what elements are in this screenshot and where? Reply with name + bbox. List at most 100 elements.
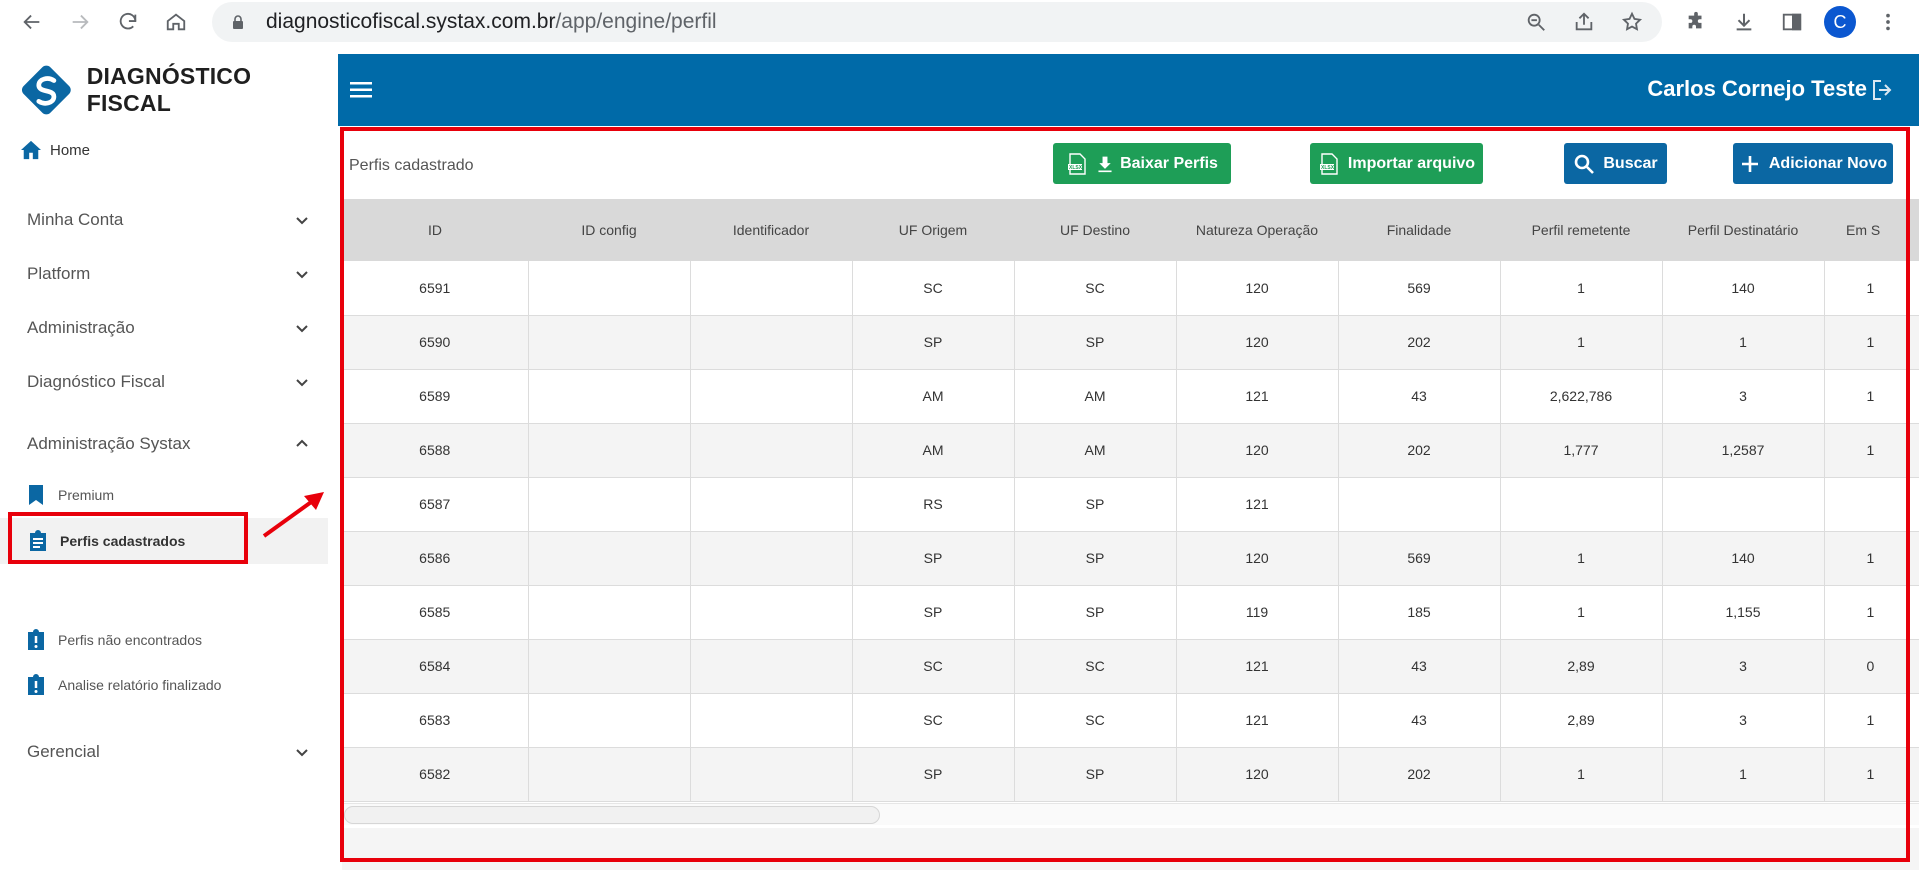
back-icon[interactable] [12, 0, 52, 44]
more-menu-icon[interactable] [1864, 0, 1912, 44]
table-cell: 43 [1338, 369, 1501, 424]
download-profiles-button[interactable]: XLSX Baixar Perfis [1053, 143, 1231, 184]
share-icon[interactable] [1560, 2, 1608, 42]
table-cell [1662, 477, 1825, 532]
brand[interactable]: DIAGNÓSTICO FISCAL [18, 60, 328, 120]
table-cell [528, 585, 691, 640]
sidebar-group-gerencial[interactable]: Gerencial [27, 737, 317, 767]
table-cell [528, 423, 691, 478]
column-header[interactable]: UF Destino [1014, 199, 1176, 261]
sidebar-group-minha-conta[interactable]: Minha Conta [27, 205, 317, 235]
table-cell [528, 531, 691, 586]
import-file-button[interactable]: XLSX Importar arquivo [1310, 143, 1483, 184]
column-header[interactable]: ID [342, 199, 528, 261]
sidebar-item-label: Home [50, 141, 91, 159]
table-cell: 202 [1338, 747, 1501, 802]
column-header[interactable]: Perfil remetente [1500, 199, 1662, 261]
table-row[interactable]: 6587 RS SP 121 [342, 477, 1919, 532]
sidebar-item-home[interactable]: Home [20, 140, 90, 160]
table-cell: SC [852, 261, 1015, 316]
table-row[interactable]: 6588 AM AM 120 202 1,777 1,2587 1 [342, 423, 1919, 478]
brand-name: DIAGNÓSTICO FISCAL [86, 63, 252, 116]
table-cell: SP [852, 531, 1015, 586]
annotation-arrow-icon [262, 492, 324, 538]
forward-icon[interactable] [60, 0, 100, 44]
chevron-down-icon [296, 325, 308, 333]
table-cell: SP [1014, 747, 1177, 802]
table-cell [690, 693, 853, 748]
sidebar-group-diagnostico-fiscal[interactable]: Diagnóstico Fiscal [27, 367, 317, 397]
table-cell: 2,89 [1500, 693, 1663, 748]
download-icon[interactable] [1720, 0, 1768, 44]
sidebar-group-administracao[interactable]: Administração [27, 313, 317, 343]
search-icon [1575, 154, 1595, 174]
table-cell: 1 [1662, 315, 1825, 370]
zoom-icon[interactable] [1512, 2, 1560, 42]
table-cell: 120 [1176, 423, 1339, 478]
search-button[interactable]: Buscar [1564, 143, 1667, 184]
sidebar-item-analise-relatorio[interactable]: Analise relatório finalizado [26, 670, 221, 700]
column-header[interactable]: UF Origem [852, 199, 1014, 261]
table-cell: 6588 [342, 423, 529, 478]
table-cell: 1 [1824, 423, 1919, 478]
table-cell: 140 [1662, 531, 1825, 586]
table-cell: 121 [1176, 477, 1339, 532]
table-cell: 1 [1500, 585, 1663, 640]
table-cell: SP [1014, 531, 1177, 586]
bookmark-star-icon[interactable] [1608, 2, 1656, 42]
table-cell: 6583 [342, 693, 529, 748]
home-browser-icon[interactable] [156, 0, 196, 44]
column-header[interactable]: Perfil Destinatário [1662, 199, 1824, 261]
column-header[interactable]: Em S [1824, 199, 1919, 261]
table-row[interactable]: 6591 SC SC 120 569 1 140 1 [342, 261, 1919, 316]
table-cell: 0 [1824, 639, 1919, 694]
column-header[interactable]: ID config [528, 199, 690, 261]
table-row[interactable]: 6589 AM AM 121 43 2,622,786 3 1 [342, 369, 1919, 424]
column-header[interactable]: Identificador [690, 199, 852, 261]
table-cell: 2,89 [1500, 639, 1663, 694]
side-panel-icon[interactable] [1768, 0, 1816, 44]
table-row[interactable]: 6590 SP SP 120 202 1 1 1 [342, 315, 1919, 370]
sidebar-group-administracao-systax[interactable]: Administração Systax [27, 429, 317, 459]
table-cell: 6582 [342, 747, 529, 802]
table-cell: 6590 [342, 315, 529, 370]
svg-text:XLSX: XLSX [1321, 165, 1335, 171]
logout-icon[interactable] [1871, 78, 1897, 102]
table-cell: SP [1014, 477, 1177, 532]
table-cell [690, 423, 853, 478]
sidebar-item-perfis-nao-encontrados[interactable]: Perfis não encontrados [26, 625, 202, 655]
address-bar[interactable]: diagnosticofiscal.systax.com.br/app/engi… [212, 2, 1662, 42]
add-new-button[interactable]: Adicionar Novo [1733, 143, 1893, 184]
profile-avatar[interactable]: C [1816, 0, 1864, 44]
table-cell: 6586 [342, 531, 529, 586]
table-row[interactable]: 6582 SP SP 120 202 1 1 1 [342, 747, 1919, 802]
table-cell: 120 [1176, 315, 1339, 370]
reload-icon[interactable] [108, 0, 148, 44]
table-cell: RS [852, 477, 1015, 532]
table-cell: SC [852, 693, 1015, 748]
table-row[interactable]: 6584 SC SC 121 43 2,89 3 0 [342, 639, 1919, 694]
extensions-icon[interactable] [1672, 0, 1720, 44]
table-cell: SP [852, 315, 1015, 370]
table-cell: 140 [1662, 261, 1825, 316]
download-arrow-icon [1098, 156, 1112, 172]
url-host: diagnosticofiscal.systax.com.br [266, 10, 556, 33]
table-row[interactable]: 6586 SP SP 120 569 1 140 1 [342, 531, 1919, 586]
table-header-row: ID ID config Identificador UF Origem UF … [342, 199, 1919, 261]
table-row[interactable]: 6585 SP SP 119 185 1 1,155 1 [342, 585, 1919, 640]
table-row[interactable]: 6583 SC SC 121 43 2,89 3 1 [342, 693, 1919, 748]
sidebar-group-platform[interactable]: Platform [27, 259, 317, 289]
table-cell: 6584 [342, 639, 529, 694]
sidebar: DIAGNÓSTICO FISCAL Home Minha Conta Plat… [0, 54, 328, 870]
table-cell [1338, 477, 1501, 532]
column-header[interactable]: Natureza Operação [1176, 199, 1338, 261]
table-cell: AM [852, 423, 1015, 478]
profiles-table: ID ID config Identificador UF Origem UF … [342, 199, 1919, 809]
scrollbar-thumb[interactable] [344, 806, 880, 824]
horizontal-scrollbar[interactable] [342, 803, 1919, 825]
table-cell: 1 [1824, 531, 1919, 586]
column-header[interactable]: Finalidade [1338, 199, 1500, 261]
table-cell [528, 477, 691, 532]
menu-icon[interactable] [350, 80, 374, 100]
sidebar-item-premium[interactable]: Premium [26, 480, 114, 510]
